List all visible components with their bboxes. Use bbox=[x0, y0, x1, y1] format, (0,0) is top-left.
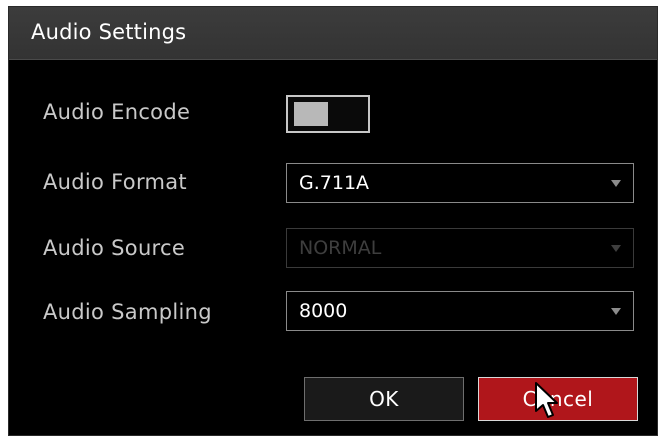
audio-source-value: NORMAL bbox=[299, 237, 382, 259]
dialog-title-bar: Audio Settings bbox=[9, 7, 657, 60]
audio-encode-toggle[interactable] bbox=[286, 95, 370, 133]
audio-sampling-label: Audio Sampling bbox=[43, 300, 212, 324]
audio-sampling-value: 8000 bbox=[299, 300, 348, 322]
toggle-knob bbox=[294, 102, 328, 126]
audio-sampling-select[interactable]: 8000 bbox=[286, 291, 634, 331]
chevron-down-icon bbox=[611, 180, 621, 187]
audio-format-label: Audio Format bbox=[43, 170, 187, 194]
audio-source-label: Audio Source bbox=[43, 236, 186, 260]
chevron-down-icon bbox=[611, 308, 621, 315]
ok-button[interactable]: OK bbox=[304, 377, 464, 421]
dialog-body: Audio Encode Audio Format G.711A Audio S… bbox=[9, 60, 657, 435]
audio-source-select: NORMAL bbox=[286, 228, 634, 268]
mouse-pointer-icon bbox=[535, 382, 558, 418]
audio-settings-dialog: Audio Settings Audio Encode Audio Format… bbox=[8, 6, 658, 436]
chevron-down-icon bbox=[611, 245, 621, 252]
audio-encode-label: Audio Encode bbox=[43, 100, 191, 124]
dialog-title: Audio Settings bbox=[31, 20, 187, 44]
audio-format-select[interactable]: G.711A bbox=[286, 163, 634, 203]
audio-format-value: G.711A bbox=[299, 172, 370, 194]
